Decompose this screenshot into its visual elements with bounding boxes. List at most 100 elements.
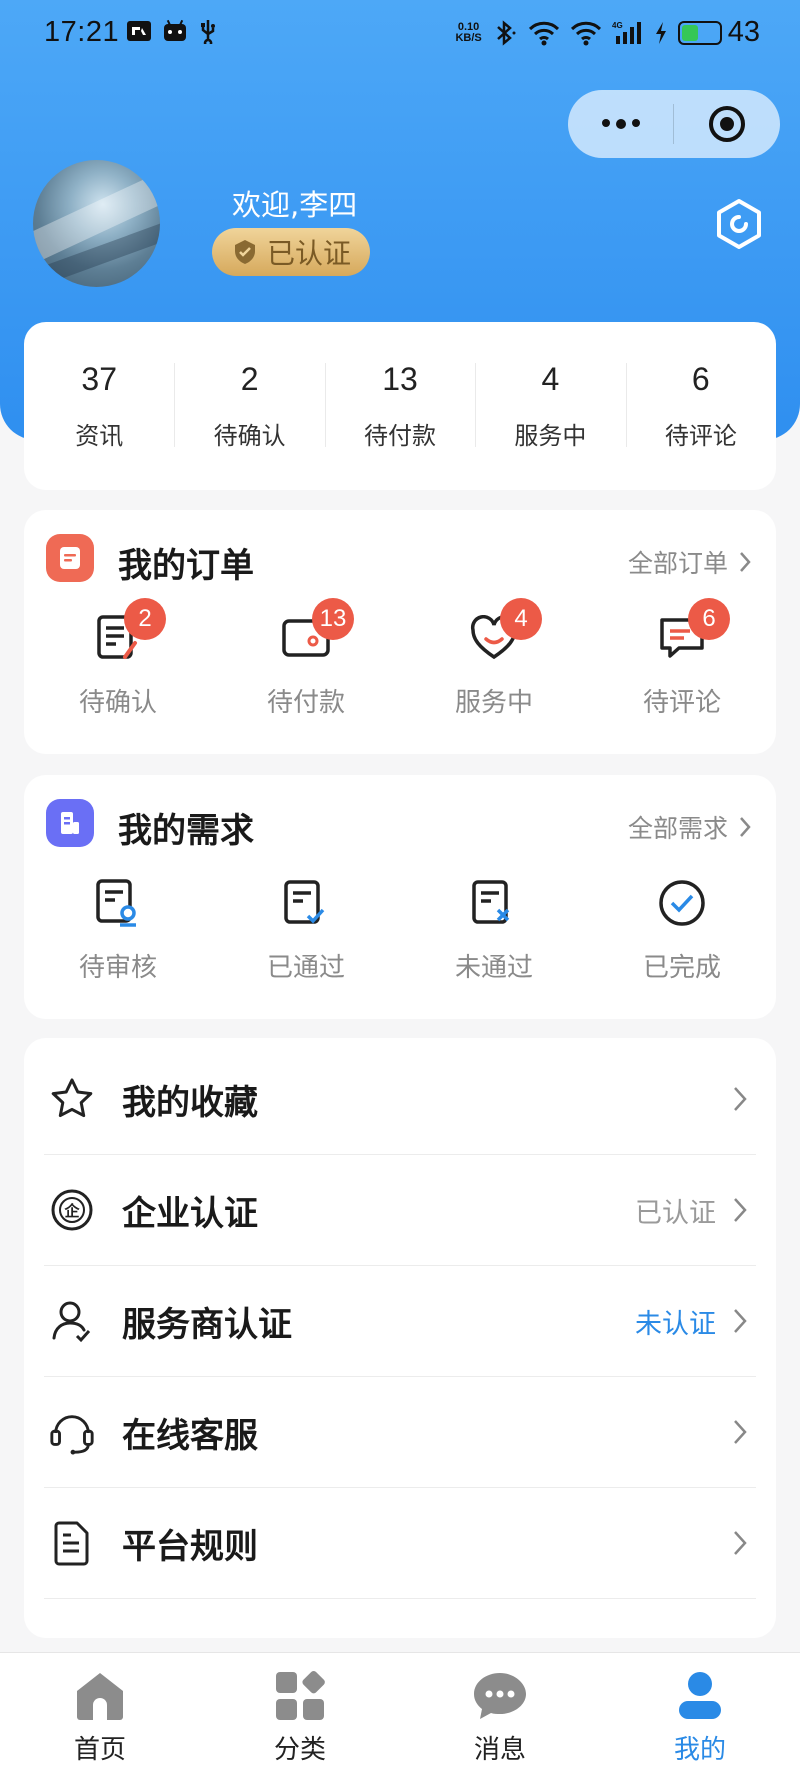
- demand-label: 已通过: [266, 953, 345, 983]
- stat-to-comment[interactable]: 6 待评论: [625, 361, 776, 451]
- demand-label: 已完成: [642, 953, 721, 983]
- chevron-right-icon: [734, 1309, 747, 1333]
- stat-value: 4: [541, 361, 560, 397]
- signal-icon: 4G: [612, 21, 641, 44]
- menu-item-label: 平台规则: [122, 1526, 258, 1567]
- order-label: 服务中: [454, 688, 533, 718]
- user-icon: [679, 1672, 721, 1719]
- svg-text:企: 企: [63, 1202, 80, 1220]
- demands-header: 我的需求 全部需求: [24, 775, 776, 863]
- all-demands-link[interactable]: 全部需求: [628, 809, 752, 845]
- demand-approved[interactable]: 已通过: [212, 873, 400, 984]
- orders-grid: 2 待确认 13 待付款 4 服务中 6 待评论: [24, 598, 776, 719]
- demand-label: 未通过: [454, 953, 533, 983]
- demand-rejected[interactable]: 未通过: [400, 873, 588, 984]
- tab-label: 首页: [73, 1735, 126, 1765]
- demand-pending-review[interactable]: 待审核: [24, 873, 212, 984]
- menu-item-value: 未认证: [635, 1308, 716, 1340]
- stat-to-confirm[interactable]: 2 待确认: [174, 361, 324, 451]
- orders-header: 我的订单 全部订单: [24, 510, 776, 598]
- demands-icon: [46, 799, 94, 847]
- status-time: 17:21: [44, 16, 120, 48]
- chevron-right-icon: [734, 1420, 747, 1444]
- order-in-service[interactable]: 4 服务中: [400, 598, 588, 719]
- all-orders-label: 全部订单: [627, 549, 728, 578]
- document-icon: [48, 1519, 96, 1567]
- menu-item-enterprise-auth[interactable]: 企 企业认证 已认证: [44, 1155, 756, 1266]
- all-orders-link[interactable]: 全部订单: [628, 544, 752, 580]
- wifi-icon: [528, 21, 559, 45]
- svg-text:4G: 4G: [612, 21, 623, 30]
- verified-shield-icon: [234, 240, 255, 264]
- tab-mine[interactable]: 我的: [600, 1653, 800, 1779]
- stat-news[interactable]: 37 资讯: [24, 361, 174, 451]
- menu-item-favorites[interactable]: 我的收藏: [44, 1044, 756, 1155]
- category-icon: [276, 1670, 325, 1720]
- verified-badge: 已认证: [212, 228, 370, 276]
- tab-home[interactable]: 首页: [0, 1653, 200, 1779]
- more-icon[interactable]: [568, 119, 673, 129]
- wallet-icon: 13: [276, 598, 354, 668]
- menu-item-customer-service[interactable]: 在线客服: [44, 1377, 756, 1488]
- avatar[interactable]: [33, 160, 160, 287]
- stat-in-service[interactable]: 4 服务中: [475, 361, 625, 451]
- miniprogram-capsule: [568, 90, 780, 158]
- comment-icon: 6: [652, 598, 730, 668]
- doc-x-icon: [464, 873, 524, 933]
- user-check-icon: [48, 1297, 96, 1345]
- menu-item-label: 服务商认证: [122, 1304, 292, 1345]
- demands-title: 我的需求: [118, 811, 254, 851]
- stat-value: 2: [240, 361, 259, 397]
- order-badge: 2: [124, 598, 166, 640]
- order-to-pay[interactable]: 13 待付款: [212, 598, 400, 719]
- app-notification-icon: [127, 21, 151, 41]
- stat-label: 服务中: [514, 422, 587, 450]
- stat-label: 资讯: [75, 422, 124, 450]
- chevron-right-icon: [734, 1087, 747, 1111]
- usb-icon: [201, 20, 215, 44]
- orders-title: 我的订单: [118, 546, 254, 586]
- settings-icon[interactable]: [712, 197, 766, 255]
- close-target-icon[interactable]: [674, 103, 779, 145]
- home-icon: [77, 1673, 123, 1720]
- doc-check-icon: [276, 873, 336, 933]
- menu-item-provider-auth[interactable]: 服务商认证 未认证: [44, 1266, 756, 1377]
- stat-to-pay[interactable]: 13 待付款: [324, 361, 475, 451]
- menu-list: 我的收藏 企 企业认证 已认证 服务商认证 未认证 在线客服 平台规则: [24, 1038, 776, 1638]
- welcome-text: 欢迎,李四: [232, 188, 358, 222]
- battery-level: 43: [727, 16, 760, 48]
- tab-label: 消息: [473, 1735, 526, 1765]
- android-notification-icon: [164, 19, 186, 41]
- battery-icon: [677, 20, 722, 45]
- tab-messages[interactable]: 消息: [400, 1653, 600, 1779]
- headset-icon: [48, 1408, 96, 1456]
- menu-item-label: 在线客服: [122, 1415, 258, 1456]
- demands-grid: 待审核 已通过 未通过 已完成: [24, 873, 776, 984]
- network-speed-value: 0.10: [457, 20, 480, 33]
- status-notification-icons: [126, 18, 218, 44]
- demand-completed[interactable]: 已完成: [588, 873, 776, 984]
- message-icon: [474, 1673, 526, 1719]
- network-speed: 0.10 KB/S: [455, 20, 481, 44]
- status-system-icons: 0.10 KB/S 4G 43: [455, 16, 760, 49]
- order-to-comment[interactable]: 6 待评论: [588, 598, 776, 719]
- orders-card: 我的订单 全部订单 2 待确认 13 待付款 4 服务中 6 待评论: [24, 510, 776, 754]
- order-to-confirm[interactable]: 2 待确认: [24, 598, 212, 719]
- stat-label: 待评论: [664, 422, 737, 450]
- chevron-right-icon: [740, 552, 751, 572]
- doc-edit-icon: 2: [88, 598, 166, 668]
- stat-value: 37: [81, 361, 117, 397]
- order-badge: 4: [500, 598, 542, 640]
- tab-label: 我的: [673, 1735, 726, 1765]
- star-icon: [48, 1075, 96, 1123]
- battery: 43: [677, 16, 760, 49]
- demand-label: 待审核: [78, 953, 157, 983]
- order-label: 待确认: [78, 688, 157, 718]
- chevron-right-icon: [734, 1198, 747, 1222]
- status-bar: 17:21 0.10 KB/S 4G 43: [0, 0, 800, 70]
- bluetooth-icon: [496, 19, 516, 46]
- stats-card: 37 资讯 2 待确认 13 待付款 4 服务中 6 待评论: [24, 322, 776, 490]
- menu-item-platform-rules[interactable]: 平台规则: [44, 1488, 756, 1599]
- stat-value: 6: [691, 361, 710, 397]
- tab-category[interactable]: 分类: [200, 1653, 400, 1779]
